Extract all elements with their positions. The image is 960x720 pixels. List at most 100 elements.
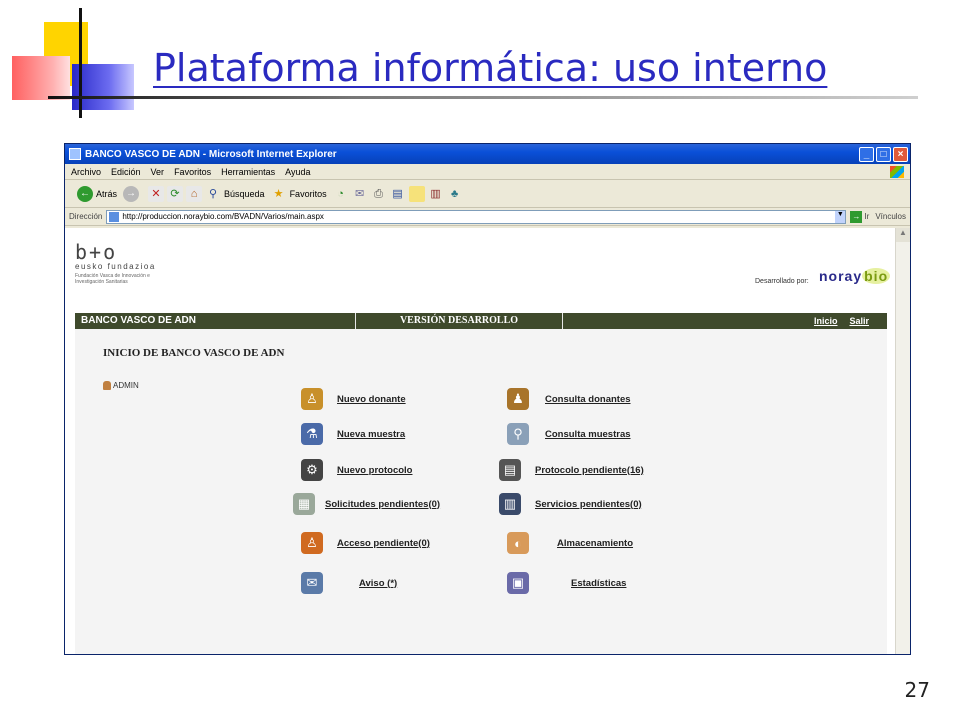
noraybio-logo: noray bio bbox=[819, 268, 891, 284]
menu-herramientas[interactable]: Herramientas bbox=[221, 167, 275, 177]
history-icon[interactable]: ◔ bbox=[333, 186, 349, 202]
app-nav-bar: BANCO VASCO DE ADN VERSIÓN DESARROLLO In… bbox=[75, 313, 887, 329]
menu-item-solicitudes[interactable]: ▦ Solicitudes pendientes(0) bbox=[293, 493, 440, 515]
acceso-pendiente-link[interactable]: Acceso pendiente(0) bbox=[337, 538, 430, 549]
person-icon: ♙ bbox=[301, 388, 323, 410]
edit-icon[interactable]: ▤ bbox=[390, 186, 406, 202]
magnifier-icon: ⚲ bbox=[507, 423, 529, 445]
menu-item-nuevo-protocolo[interactable]: ⚙ Nuevo protocolo bbox=[301, 459, 412, 481]
chart-icon: ▣ bbox=[507, 572, 529, 594]
links-label[interactable]: Vínculos bbox=[875, 212, 906, 221]
consulta-muestras-link[interactable]: Consulta muestras bbox=[545, 429, 631, 440]
menu-item-nueva-muestra[interactable]: ⚗ Nueva muestra bbox=[301, 423, 405, 445]
nuevo-protocolo-link[interactable]: Nuevo protocolo bbox=[337, 465, 412, 476]
favorites-button[interactable]: ★ Favoritos bbox=[271, 186, 327, 202]
almacenamiento-link[interactable]: Almacenamiento bbox=[557, 538, 633, 549]
go-button[interactable]: Ir bbox=[864, 212, 869, 221]
main-content: INICIO DE BANCO VASCO DE ADN ADMIN ♙ Nue… bbox=[75, 329, 887, 654]
ie-page-icon bbox=[69, 148, 81, 160]
discuss-icon[interactable] bbox=[408, 185, 425, 202]
developed-by-label: Desarrollado por: bbox=[755, 278, 809, 285]
browser-window: BANCO VASCO DE ADN - Microsoft Internet … bbox=[64, 143, 911, 655]
back-arrow-icon: ← bbox=[77, 185, 93, 202]
menu-item-consulta-muestras[interactable]: ⚲ Consulta muestras bbox=[507, 423, 631, 445]
vertical-scrollbar[interactable]: ▲ bbox=[895, 228, 910, 654]
menu-favoritos[interactable]: Favoritos bbox=[174, 167, 211, 177]
favorites-label: Favoritos bbox=[289, 188, 327, 199]
print-icon[interactable]: ⎙ bbox=[371, 186, 387, 202]
page-icon bbox=[109, 211, 120, 222]
browser-toolbar: ← Atrás → ✕ ⟳ ⌂ ⚲ Búsqueda ★ Favoritos ◔… bbox=[65, 180, 910, 208]
research-icon[interactable]: ▥ bbox=[428, 186, 444, 202]
scroll-up-icon[interactable]: ▲ bbox=[896, 228, 910, 242]
form-icon: ▦ bbox=[293, 493, 315, 515]
storage-icon: ◐ bbox=[507, 532, 529, 554]
user-icon: ♙ bbox=[301, 532, 323, 554]
current-user: ADMIN bbox=[103, 381, 139, 390]
slide-title: Plataforma informática: uso interno bbox=[153, 46, 828, 90]
menu-bar: Archivo Edición Ver Favoritos Herramient… bbox=[65, 164, 910, 180]
menu-item-protocolo-pendiente[interactable]: ▤ Protocolo pendiente(16) bbox=[499, 459, 644, 481]
menu-ver[interactable]: Ver bbox=[151, 167, 165, 177]
nav-links: Inicio Salir bbox=[563, 313, 887, 329]
gear-icon: ⚙ bbox=[301, 459, 323, 481]
address-dropdown-icon[interactable]: ▼ bbox=[835, 210, 846, 223]
back-label: Atrás bbox=[96, 188, 118, 199]
title-bar: BANCO VASCO DE ADN - Microsoft Internet … bbox=[65, 144, 910, 164]
address-input[interactable]: http://produccion.noraybio.com/BVADN/Var… bbox=[106, 209, 847, 224]
menu-item-servicios-pendientes[interactable]: ▥ Servicios pendientes(0) bbox=[499, 493, 642, 515]
consulta-donantes-link[interactable]: Consulta donantes bbox=[545, 394, 631, 405]
forward-arrow-icon: → bbox=[123, 185, 140, 202]
decor-red-square bbox=[12, 56, 70, 100]
menu-item-estadisticas[interactable]: ▣ Estadísticas bbox=[507, 572, 626, 594]
nueva-muestra-link[interactable]: Nueva muestra bbox=[337, 429, 405, 440]
menu-edicion[interactable]: Edición bbox=[111, 167, 141, 177]
menu-item-nuevo-donante[interactable]: ♙ Nuevo donante bbox=[301, 388, 406, 410]
address-bar: Dirección http://produccion.noraybio.com… bbox=[65, 208, 910, 226]
back-button[interactable]: ← Atrás bbox=[77, 185, 118, 202]
windows-logo-icon bbox=[890, 165, 904, 178]
messenger-icon[interactable]: ♣ bbox=[447, 186, 463, 202]
documents-icon: ▤ bbox=[499, 459, 521, 481]
search-icon: ⚲ bbox=[208, 187, 218, 200]
version-label: VERSIÓN DESARROLLO bbox=[356, 313, 563, 329]
menu-item-almacenamiento[interactable]: ◐ Almacenamiento bbox=[507, 532, 633, 554]
go-arrow-icon[interactable]: → bbox=[850, 210, 863, 223]
home-icon[interactable]: ⌂ bbox=[186, 185, 203, 202]
aviso-link[interactable]: Aviso (*) bbox=[359, 578, 397, 589]
menu-ayuda[interactable]: Ayuda bbox=[285, 167, 310, 177]
stop-icon[interactable]: ✕ bbox=[148, 185, 165, 202]
bio-logo-subtitle: Fundación Vasca de Innovación e Investig… bbox=[75, 273, 150, 285]
mail-icon[interactable]: ✉ bbox=[352, 186, 368, 202]
menu-item-aviso[interactable]: ✉ Aviso (*) bbox=[301, 572, 397, 594]
inicio-link[interactable]: Inicio bbox=[814, 313, 838, 329]
page-heading: INICIO DE BANCO VASCO DE ADN bbox=[103, 347, 285, 359]
refresh-icon[interactable]: ⟳ bbox=[167, 185, 184, 202]
search-button[interactable]: ⚲ Búsqueda bbox=[205, 186, 265, 202]
user-name: ADMIN bbox=[113, 381, 139, 390]
address-label: Dirección bbox=[69, 212, 103, 221]
menu-item-acceso-pendiente[interactable]: ♙ Acceso pendiente(0) bbox=[301, 532, 430, 554]
decor-horizontal-line bbox=[48, 96, 918, 99]
forward-button[interactable]: → bbox=[123, 185, 142, 202]
menu-item-consulta-donantes[interactable]: ♟ Consulta donantes bbox=[507, 388, 631, 410]
user-icon bbox=[103, 381, 111, 390]
maximize-icon[interactable]: □ bbox=[876, 146, 891, 162]
salir-link[interactable]: Salir bbox=[849, 313, 869, 329]
slide-number: 27 bbox=[904, 678, 930, 702]
estadisticas-link[interactable]: Estadísticas bbox=[571, 578, 626, 589]
nuevo-donante-link[interactable]: Nuevo donante bbox=[337, 394, 406, 405]
search-label: Búsqueda bbox=[224, 188, 265, 199]
envelope-icon: ✉ bbox=[301, 572, 323, 594]
solicitudes-link[interactable]: Solicitudes pendientes(0) bbox=[325, 499, 440, 510]
servicios-pendientes-link[interactable]: Servicios pendientes(0) bbox=[535, 499, 642, 510]
app-name: BANCO VASCO DE ADN bbox=[75, 313, 356, 329]
minimize-icon[interactable]: _ bbox=[859, 146, 874, 162]
web-page: b+o eusko fundazioa Fundación Vasca de I… bbox=[65, 228, 897, 654]
address-url: http://produccion.noraybio.com/BVADN/Var… bbox=[122, 212, 324, 221]
protocolo-pendiente-link[interactable]: Protocolo pendiente(16) bbox=[535, 465, 644, 476]
noraybio-logo-part2: bio bbox=[862, 268, 891, 284]
menu-archivo[interactable]: Archivo bbox=[71, 167, 101, 177]
close-icon[interactable]: × bbox=[893, 146, 908, 162]
window-title: BANCO VASCO DE ADN - Microsoft Internet … bbox=[85, 148, 337, 160]
